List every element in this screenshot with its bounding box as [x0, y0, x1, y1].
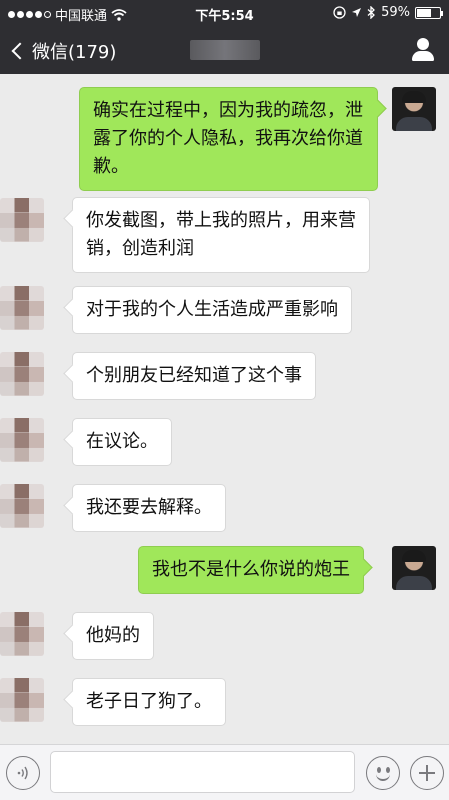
- contact-avatar[interactable]: [0, 418, 44, 462]
- contact-avatar[interactable]: [0, 612, 44, 656]
- location-arrow-icon: [352, 8, 362, 17]
- battery-icon: [415, 6, 443, 19]
- status-right: 59%: [333, 5, 443, 20]
- battery-percent: 59%: [381, 5, 410, 20]
- contact-profile-icon: [417, 38, 429, 50]
- contact-profile-button[interactable]: [411, 38, 435, 62]
- my-avatar[interactable]: [392, 546, 436, 590]
- bluetooth-icon: [367, 6, 376, 19]
- message-input[interactable]: [50, 751, 355, 793]
- back-chevron-icon: [11, 42, 29, 60]
- message-bubble-outgoing[interactable]: 我也不是什么你说的炮王: [138, 546, 364, 594]
- contact-avatar[interactable]: [0, 198, 44, 242]
- rotation-lock-icon: [333, 6, 346, 19]
- voice-button[interactable]: [6, 756, 40, 790]
- input-bar: [0, 744, 449, 800]
- message-bubble-incoming[interactable]: 你发截图，带上我的照片，用来营销，创造利润: [72, 197, 370, 273]
- back-label: 微信(179): [32, 42, 117, 63]
- contact-avatar[interactable]: [0, 286, 44, 330]
- contact-avatar[interactable]: [0, 484, 44, 528]
- more-button[interactable]: [410, 756, 444, 790]
- status-bar: 中国联通 下午5:54 59%: [0, 0, 449, 26]
- back-button[interactable]: 微信(179): [10, 38, 116, 64]
- contact-avatar[interactable]: [0, 352, 44, 396]
- message-bubble-incoming[interactable]: 个别朋友已经知道了这个事: [72, 352, 316, 400]
- voice-icon: [17, 766, 28, 780]
- message-bubble-incoming[interactable]: 我还要去解释。: [72, 484, 226, 532]
- chat-messages[interactable]: 确实在过程中，因为我的疏忽，泄露了你的个人隐私，我再次给你道歉。 你发截图，带上…: [0, 74, 449, 744]
- message-bubble-incoming[interactable]: 对于我的个人生活造成严重影响: [72, 286, 352, 334]
- message-bubble-incoming[interactable]: 在议论。: [72, 418, 172, 466]
- message-bubble-incoming[interactable]: 他妈的: [72, 612, 154, 660]
- message-bubble-incoming[interactable]: 老子日了狗了。: [72, 678, 226, 726]
- message-bubble-outgoing[interactable]: 确实在过程中，因为我的疏忽，泄露了你的个人隐私，我再次给你道歉。: [79, 87, 378, 191]
- chat-title-redacted: [190, 40, 260, 60]
- emoji-button[interactable]: [366, 756, 400, 790]
- my-avatar[interactable]: [392, 87, 436, 131]
- contact-avatar[interactable]: [0, 678, 44, 722]
- nav-bar: 微信(179): [0, 26, 449, 74]
